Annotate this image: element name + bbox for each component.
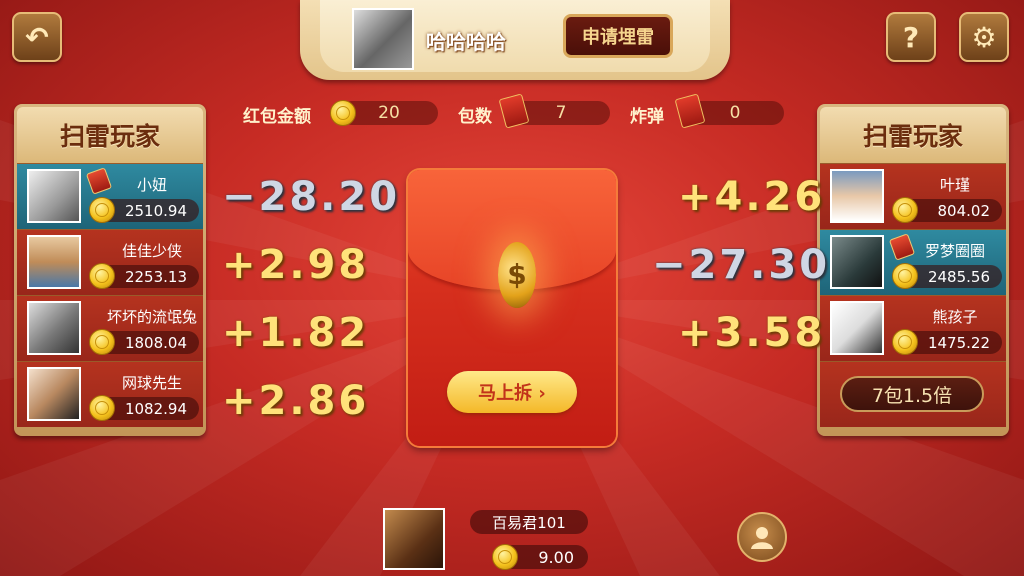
player-row[interactable]: 罗梦圈圈 2485.56 xyxy=(820,229,1006,295)
my-name: 百易君101 xyxy=(470,510,588,534)
my-avatar[interactable] xyxy=(383,508,445,570)
dollar-coin-icon: $ xyxy=(498,242,536,308)
player-balance: 2510.94 xyxy=(89,197,199,223)
left-result-4: +2.86 xyxy=(222,378,370,424)
bomb-envelope-icon xyxy=(674,93,706,129)
player-row[interactable]: 佳佳少侠 2253.13 xyxy=(17,229,203,295)
player-avatar xyxy=(27,235,81,289)
host-avatar[interactable] xyxy=(352,8,414,70)
back-arrow-icon: ↶ xyxy=(25,20,49,54)
left-player-panel: 扫雷玩家 小妞 2510.94 佳佳少侠 2253.13 坏坏的流氓兔 1808… xyxy=(14,104,206,436)
coin-icon xyxy=(89,395,115,421)
player-name: 佳佳少侠 xyxy=(121,242,182,260)
coin-icon xyxy=(89,329,115,355)
multiplier-button[interactable]: 7包1.5倍 xyxy=(840,376,984,412)
player-balance: 2485.56 xyxy=(892,263,1002,289)
player-avatar xyxy=(830,235,884,289)
player-row[interactable]: 熊孩子 1475.22 xyxy=(820,295,1006,361)
left-panel-title: 扫雷玩家 xyxy=(17,107,203,163)
bomb-count-label: 炸弹 xyxy=(630,107,664,127)
player-list-button[interactable] xyxy=(737,512,787,562)
player-name: 熊孩子 xyxy=(932,308,978,326)
player-name: 网球先生 xyxy=(121,374,182,392)
multiplier-row: 7包1.5倍 xyxy=(820,361,1006,427)
right-result-2: −27.30 xyxy=(652,242,831,288)
player-row[interactable]: 小妞 2510.94 xyxy=(17,163,203,229)
player-avatar xyxy=(27,367,81,421)
coin-icon xyxy=(892,263,918,289)
coin-icon xyxy=(492,544,518,570)
player-avatar xyxy=(830,301,884,355)
player-avatar xyxy=(830,169,884,223)
coin-icon xyxy=(892,197,918,223)
player-avatar xyxy=(27,301,81,355)
red-envelope-icon xyxy=(498,93,530,129)
player-avatar xyxy=(27,169,81,223)
red-packet-amount-label: 红包金额 xyxy=(243,107,311,127)
host-name: 哈哈哈哈 xyxy=(426,30,506,54)
coin-icon xyxy=(89,197,115,223)
player-name: 小妞 xyxy=(136,176,167,194)
player-balance: 1808.04 xyxy=(89,329,199,355)
right-result-3: +3.58 xyxy=(678,310,826,356)
question-mark-icon: ? xyxy=(902,20,920,54)
coin-icon xyxy=(892,329,918,355)
open-now-button[interactable]: 马上拆 › xyxy=(447,371,577,413)
coin-icon xyxy=(330,100,356,126)
right-player-panel: 扫雷玩家 叶瑾 804.02 罗梦圈圈 2485.56 熊孩子 1475.22 … xyxy=(817,104,1009,436)
left-result-2: +2.98 xyxy=(222,242,370,288)
gear-icon: ⚙ xyxy=(971,20,997,54)
settings-button[interactable]: ⚙ xyxy=(959,12,1009,62)
packet-count-label: 包数 xyxy=(458,107,492,127)
help-button[interactable]: ? xyxy=(886,12,936,62)
left-result-1: −28.20 xyxy=(222,174,401,220)
player-row[interactable]: 坏坏的流氓兔 1808.04 xyxy=(17,295,203,361)
right-panel-title: 扫雷玩家 xyxy=(820,107,1006,163)
left-result-3: +1.82 xyxy=(222,310,370,356)
coin-icon xyxy=(89,263,115,289)
player-balance: 2253.13 xyxy=(89,263,199,289)
apply-bomb-button[interactable]: 申请埋雷 xyxy=(563,14,673,58)
player-balance: 804.02 xyxy=(892,197,1002,223)
player-balance: 1475.22 xyxy=(892,329,1002,355)
user-icon xyxy=(751,527,773,549)
back-button[interactable]: ↶ xyxy=(12,12,62,62)
player-balance: 1082.94 xyxy=(89,395,199,421)
player-name: 坏坏的流氓兔 xyxy=(107,308,198,326)
player-row[interactable]: 叶瑾 804.02 xyxy=(820,163,1006,229)
player-row[interactable]: 网球先生 1082.94 xyxy=(17,361,203,427)
right-result-1: +4.26 xyxy=(678,174,826,220)
player-name: 罗梦圈圈 xyxy=(924,242,985,260)
player-name: 叶瑾 xyxy=(939,176,970,194)
